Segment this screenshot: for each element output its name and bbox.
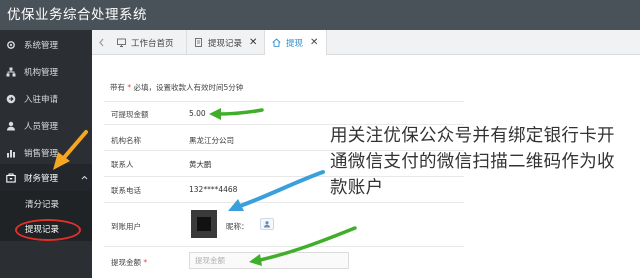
chevron-up-icon: [81, 174, 88, 181]
withdraw-amount-label-text: 提现金额: [111, 258, 141, 267]
app-title: 优保业务综合处理系统: [7, 7, 147, 23]
finance-icon: [6, 173, 16, 183]
gear-icon: [6, 40, 16, 50]
divider: [104, 101, 464, 102]
sidebar-item-label: 人员管理: [24, 121, 59, 132]
divider: [104, 202, 464, 203]
sidebar-item-org[interactable]: 机构管理: [0, 58, 92, 85]
sidebar-item-system[interactable]: 系统管理: [0, 31, 92, 58]
tab-withdraw[interactable]: 提现 ✕: [265, 30, 327, 55]
home-icon: [272, 38, 281, 47]
nickname-label: 昵称：: [226, 222, 249, 231]
org-chart-icon: [6, 67, 16, 77]
red-circle-highlight: [15, 219, 81, 241]
user-avatar-icon: [264, 221, 270, 228]
contact-label: 联系人: [111, 160, 134, 169]
top-bar: 优保业务综合处理系统: [0, 0, 640, 30]
sidebar-item-label: 销售管理: [24, 148, 59, 159]
sidebar-subitem-label: 清分记录: [25, 199, 60, 210]
bar-chart-icon: [6, 148, 16, 158]
close-icon[interactable]: ✕: [310, 37, 318, 48]
sidebar-item-label: 机构管理: [24, 67, 59, 78]
phone-value: 132****4468: [189, 185, 238, 194]
tab-label: 工作台首页: [131, 38, 174, 49]
available-amount-value: 5.00: [189, 109, 206, 118]
sidebar-item-apply[interactable]: 入驻申请: [0, 85, 92, 112]
tab-bar: 工作台首页 提现记录 ✕ 提现 ✕: [92, 30, 640, 55]
monitor-icon: [117, 38, 126, 47]
sidebar-item-label: 入驻申请: [24, 94, 59, 105]
contact-value: 黄大鹏: [189, 160, 212, 169]
sidebar-item-sales[interactable]: 销售管理: [0, 139, 92, 166]
required-star: *: [127, 83, 132, 92]
sign-in-icon: [6, 94, 16, 104]
user-icon: [6, 121, 16, 131]
qr-code[interactable]: [191, 210, 217, 238]
tab-scroll-left-button[interactable]: [92, 30, 110, 55]
sidebar-item-staff[interactable]: 人员管理: [0, 112, 92, 139]
tab-label: 提现记录: [208, 38, 243, 49]
available-amount-label: 可提现金额: [111, 110, 149, 119]
annotation-text: 用关注优保公众号并有绑定银行卡开通微信支付的微信扫描二维码作为收款账户: [330, 126, 615, 198]
form-hint: 带有 * 必填，设置收款人有效时间5分钟: [110, 82, 243, 93]
phone-label: 联系电话: [111, 186, 141, 195]
org-name-value: 黑龙江分公司: [189, 136, 234, 145]
sidebar-item-finance[interactable]: 财务管理: [0, 164, 92, 191]
sidebar-item-label: 系统管理: [24, 40, 59, 51]
qr-code-center: [197, 217, 211, 231]
withdraw-amount-input[interactable]: [189, 252, 349, 269]
sidebar-item-label: 财务管理: [24, 173, 59, 184]
chevron-left-icon: [98, 38, 103, 47]
tab-withdraw-records[interactable]: 提现记录 ✕: [187, 30, 265, 55]
close-icon[interactable]: ✕: [249, 37, 257, 48]
tab-dashboard[interactable]: 工作台首页: [110, 30, 187, 55]
hint-prefix: 带有: [110, 83, 125, 92]
required-star: *: [143, 258, 148, 267]
document-icon: [194, 38, 203, 47]
divider: [104, 246, 464, 247]
nickname-avatar: [260, 218, 274, 230]
tab-label: 提现: [286, 38, 304, 49]
sidebar-subitem-clearing[interactable]: 清分记录: [0, 191, 92, 216]
org-name-label: 机构名称: [111, 136, 141, 145]
withdraw-amount-label: 提现金额 *: [111, 257, 147, 268]
receiving-user-label: 到账用户: [111, 222, 141, 231]
hint-text: 必填，设置收款人有效时间5分钟: [133, 83, 244, 92]
